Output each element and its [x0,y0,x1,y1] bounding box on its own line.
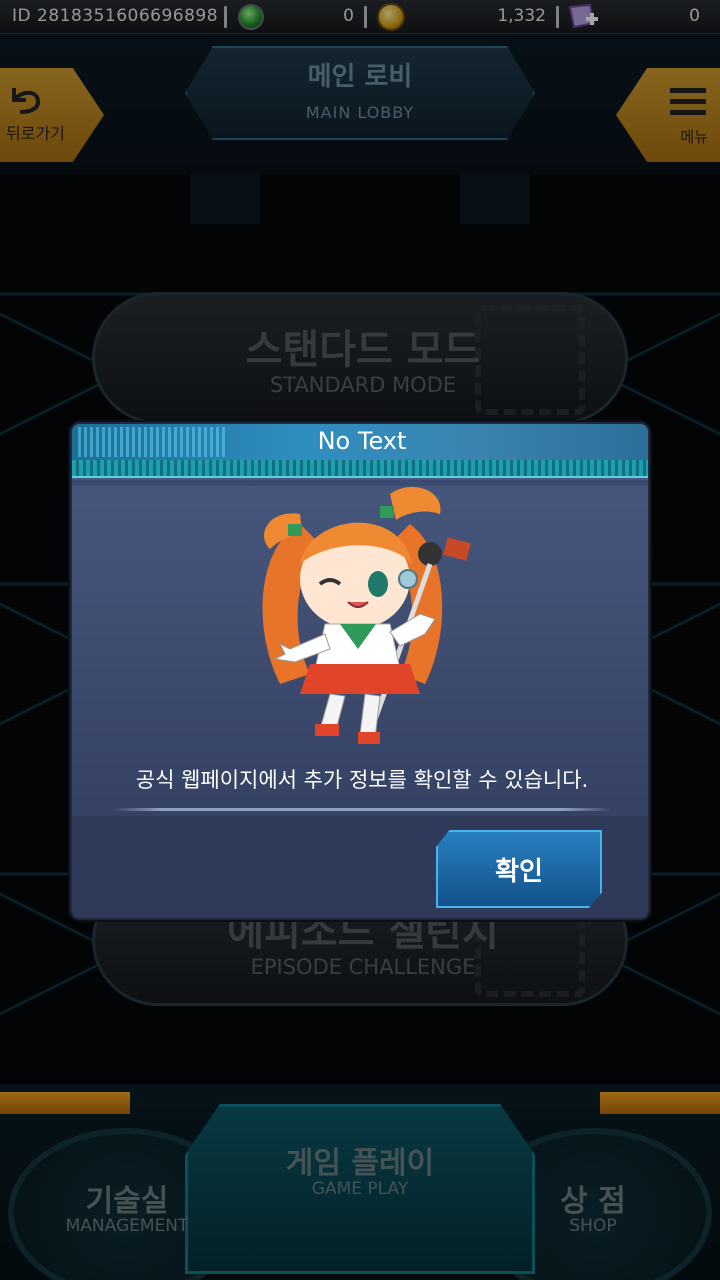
mascot-illustration [262,486,471,744]
dialog-divider [112,808,612,811]
dialog-title: No Text [317,427,407,455]
confirm-button[interactable]: 확인 [436,830,602,908]
info-dialog: No Text 공식 웹페이지에서 추가 정보를 확인할 수 있습니다. 확인 [70,422,650,920]
dialog-band [72,460,648,478]
dialog-message: 공식 웹페이지에서 추가 정보를 확인할 수 있습니다. [135,768,589,792]
confirm-button-label: 확인 [495,856,543,887]
